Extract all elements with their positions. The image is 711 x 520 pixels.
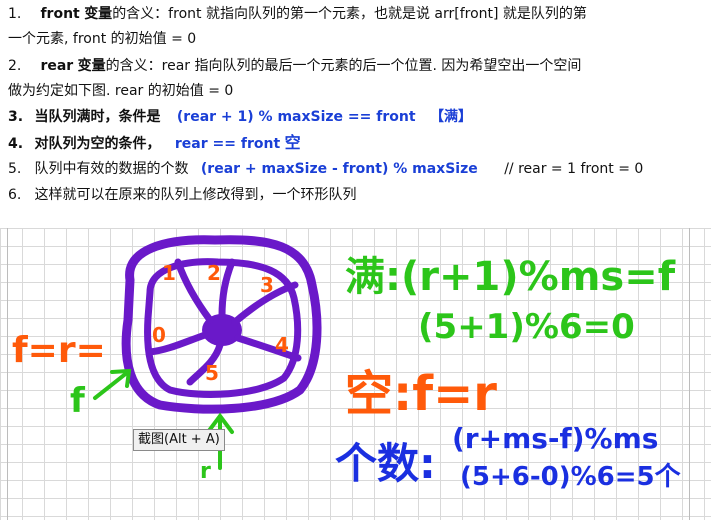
slot-2-label: 2 <box>207 261 221 285</box>
slot-5-label: 5 <box>205 361 219 385</box>
front-arrow <box>93 368 132 400</box>
count-label-handwritten: 个数: <box>335 439 436 488</box>
slot-4-label: 4 <box>275 333 289 357</box>
front-arrow-shaft <box>93 370 130 400</box>
full-example-handwritten: (5+1)%6=0 <box>418 307 635 347</box>
slot-1-label: 1 <box>162 261 176 285</box>
slot-0-label: 0 <box>152 323 166 347</box>
spoke-2 <box>218 258 236 320</box>
count-formula-handwritten: (r+ms-f)%ms <box>452 422 658 455</box>
spoke-1 <box>174 258 214 324</box>
spoke-4 <box>234 334 302 362</box>
rear-arrow-label: r <box>200 459 211 484</box>
f-equals-r-label: f=r= <box>12 330 106 371</box>
front-arrow-label: f <box>70 381 86 421</box>
drawing-layer: 0 1 2 3 4 5 f=r= f r 满:(r+1)%ms=f (5+1)%… <box>12 235 682 492</box>
empty-handwritten: 空:f=r <box>345 366 497 422</box>
tooltip-text: 截图(Alt + A) <box>138 432 220 447</box>
screenshot-tooltip: 截图(Alt + A) <box>133 429 225 451</box>
count-example-handwritten: (5+6-0)%6=5个 <box>460 462 682 492</box>
full-handwritten: 满:(r+1)%ms=f <box>345 254 676 300</box>
slot-3-label: 3 <box>260 273 274 297</box>
